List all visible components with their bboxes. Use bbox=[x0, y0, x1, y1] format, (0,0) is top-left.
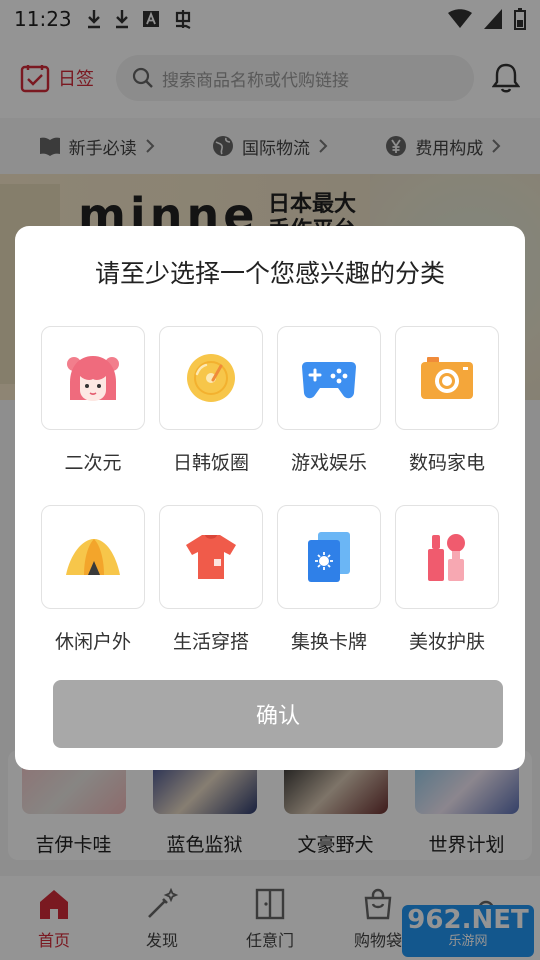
category-picker-dialog: 请至少选择一个您感兴趣的分类 二次元 日韩饭圈 游戏娱乐 数码家电 休闲户外 生… bbox=[15, 226, 525, 770]
cards-icon bbox=[308, 532, 350, 582]
category-option-electronics[interactable]: 数码家电 bbox=[395, 326, 499, 475]
category-option-kpop[interactable]: 日韩饭圈 bbox=[159, 326, 263, 475]
category-label: 日韩饭圈 bbox=[172, 452, 249, 474]
camera-icon bbox=[421, 357, 473, 399]
category-tile[interactable] bbox=[277, 505, 381, 609]
category-option-gaming[interactable]: 游戏娱乐 bbox=[277, 326, 381, 475]
category-tile[interactable] bbox=[395, 505, 499, 609]
category-label: 集换卡牌 bbox=[290, 631, 367, 653]
category-label: 美妆护肤 bbox=[408, 631, 485, 653]
category-option-cards[interactable]: 集换卡牌 bbox=[277, 505, 381, 654]
tshirt-icon bbox=[186, 535, 236, 579]
category-label: 数码家电 bbox=[408, 452, 485, 474]
category-label: 二次元 bbox=[64, 452, 122, 474]
category-tile[interactable] bbox=[277, 326, 381, 430]
category-tile[interactable] bbox=[41, 326, 145, 430]
category-option-fashion[interactable]: 生活穿搭 bbox=[159, 505, 263, 654]
category-label: 休闲户外 bbox=[54, 631, 131, 653]
tent-icon bbox=[66, 539, 120, 575]
category-tile[interactable] bbox=[41, 505, 145, 609]
gamepad-icon bbox=[302, 362, 356, 399]
category-tile[interactable] bbox=[395, 326, 499, 430]
category-option-anime[interactable]: 二次元 bbox=[41, 326, 145, 475]
cosmetics-icon bbox=[428, 534, 465, 581]
vinyl-record-icon bbox=[187, 354, 235, 402]
category-option-outdoor[interactable]: 休闲户外 bbox=[41, 505, 145, 654]
category-tile[interactable] bbox=[159, 326, 263, 430]
anime-girl-icon bbox=[67, 356, 119, 401]
category-grid: 二次元 日韩饭圈 游戏娱乐 数码家电 休闲户外 生活穿搭 集换卡牌 美妆护肤 bbox=[41, 326, 501, 654]
dialog-title: 请至少选择一个您感兴趣的分类 bbox=[94, 259, 445, 288]
category-option-beauty[interactable]: 美妆护肤 bbox=[395, 505, 499, 654]
category-tile[interactable] bbox=[159, 505, 263, 609]
category-label: 生活穿搭 bbox=[172, 631, 249, 653]
confirm-button[interactable]: 确认 bbox=[53, 680, 503, 748]
category-label: 游戏娱乐 bbox=[290, 452, 367, 474]
